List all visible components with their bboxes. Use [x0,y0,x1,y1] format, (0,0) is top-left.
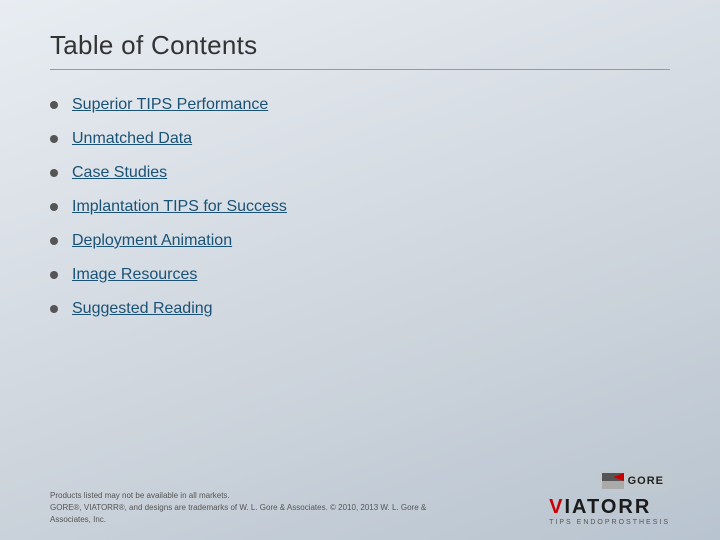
page-title: Table of Contents [50,30,670,61]
gore-logo-text: GORE [628,475,664,487]
toc-item[interactable]: Superior TIPS Performance [50,88,670,122]
viatorr-rest: IATORR [564,496,651,518]
toc-item[interactable]: Suggested Reading [50,292,670,326]
slide-container: Table of Contents Superior TIPS Performa… [0,0,720,540]
bullet-icon [50,135,58,143]
logo-area: GORE VIATORR TIPS ENDOPROSTHESIS [549,470,670,526]
toc-link-4[interactable]: Deployment Animation [72,232,232,250]
title-divider [50,69,670,70]
bullet-icon [50,271,58,279]
toc-list: Superior TIPS Performance Unmatched Data C… [50,88,670,326]
toc-link-3[interactable]: Implantation TIPS for Success [72,198,287,216]
toc-item[interactable]: Deployment Animation [50,224,670,258]
toc-item[interactable]: Unmatched Data [50,122,670,156]
toc-link-5[interactable]: Image Resources [72,266,197,284]
footer: Products listed may not be available in … [50,470,670,526]
gore-flag-icon [602,473,624,489]
toc-item[interactable]: Case Studies [50,156,670,190]
viatorr-subtitle: TIPS ENDOPROSTHESIS [549,519,670,526]
bullet-icon [50,101,58,109]
toc-item[interactable]: Implantation TIPS for Success [50,190,670,224]
viatorr-text: VIATORR [549,496,651,519]
bullet-icon [50,203,58,211]
viatorr-logo: VIATORR TIPS ENDOPROSTHESIS [549,496,670,526]
bullet-icon [50,169,58,177]
gore-badge: GORE [596,470,670,492]
footer-text: Products listed may not be available in … [50,490,430,526]
toc-link-2[interactable]: Case Studies [72,164,167,182]
toc-link-1[interactable]: Unmatched Data [72,130,192,148]
footer-line2: GORE®, VIATORR®, and designs are tradema… [50,502,430,526]
toc-item[interactable]: Image Resources [50,258,670,292]
toc-link-6[interactable]: Suggested Reading [72,300,213,318]
footer-line1: Products listed may not be available in … [50,490,430,502]
toc-link-0[interactable]: Superior TIPS Performance [72,96,268,114]
bullet-icon [50,237,58,245]
viatorr-v: V [549,496,564,518]
bullet-icon [50,305,58,313]
